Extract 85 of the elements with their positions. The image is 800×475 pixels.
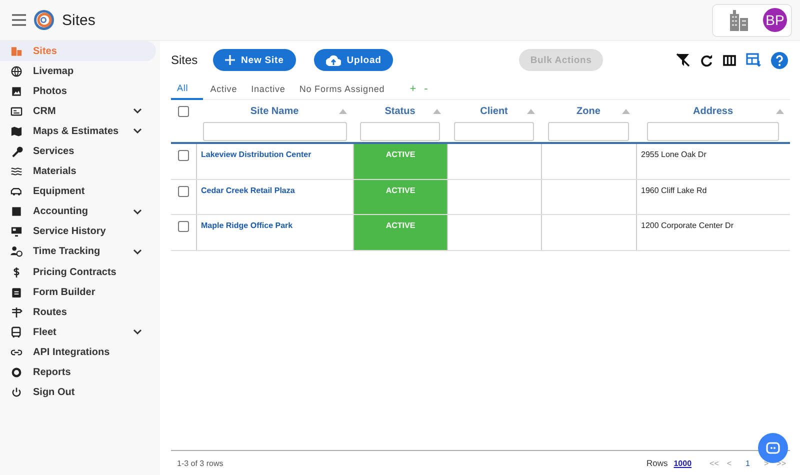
chat-button[interactable]	[758, 433, 788, 463]
sidebar-item[interactable]: Livemap	[0, 61, 156, 82]
select-all-checkbox[interactable]	[178, 106, 189, 117]
page-title: Sites	[62, 12, 96, 28]
table-cell: 1960 Cliff Lake Rd	[636, 180, 790, 214]
bus-icon	[10, 326, 23, 339]
plus-icon	[225, 55, 235, 65]
image-icon	[10, 84, 23, 98]
sidebar-item[interactable]: Fleet	[0, 322, 156, 342]
column-header[interactable]: Client	[480, 106, 508, 116]
rows-per-page-link[interactable]: 1000	[674, 458, 692, 468]
clipboard-icon	[10, 286, 23, 299]
new-site-button[interactable]: New Site	[213, 49, 296, 71]
chevron-icon[interactable]	[133, 248, 142, 255]
section-title: Sites	[171, 53, 199, 67]
column-header[interactable]: Site Name	[250, 106, 299, 116]
wrench-icon	[10, 145, 23, 158]
column-filter-field[interactable]	[548, 122, 630, 141]
status-cell: ACTIVE	[353, 180, 447, 214]
chevron-icon[interactable]	[133, 128, 142, 134]
site-link[interactable]: Maple Ridge Office Park	[201, 221, 293, 230]
table-cell: 2955 Lone Oak Dr	[636, 144, 790, 178]
logo-icon	[33, 9, 55, 31]
sidebar-item[interactable]: API Integrations	[0, 342, 156, 362]
refresh-icon[interactable]	[700, 54, 713, 66]
sidebar-item[interactable]: Pricing Contracts	[0, 262, 156, 282]
sidebar-item[interactable]: Time Tracking	[0, 242, 156, 262]
filter-tab[interactable]: All	[171, 78, 204, 100]
menu-icon[interactable]	[12, 14, 26, 26]
column-header[interactable]: Zone	[576, 106, 600, 116]
sidebar-item[interactable]: Equipment	[0, 182, 156, 202]
map-icon	[10, 124, 23, 138]
sidebar-item[interactable]: Materials	[0, 162, 156, 182]
column-header[interactable]: Status	[384, 106, 416, 116]
signpost-icon	[10, 306, 23, 319]
status-cell: ACTIVE	[353, 144, 447, 178]
row-checkbox[interactable]	[178, 221, 189, 232]
sidebar-item[interactable]: Service History	[0, 222, 156, 242]
table-export-icon[interactable]	[746, 53, 761, 67]
cloud-upload-icon	[326, 54, 341, 66]
sidebar-item[interactable]: Services	[0, 141, 156, 162]
upload-button[interactable]: Upload	[314, 49, 394, 71]
filter-tab[interactable]: No Forms Assigned	[292, 80, 392, 98]
column-header[interactable]: Address	[692, 106, 733, 116]
column-filter-field[interactable]	[646, 122, 780, 141]
site-link[interactable]: Cedar Creek Retail Plaza	[201, 186, 295, 194]
sidebar-item[interactable]: Routes	[0, 302, 156, 322]
sidebar-item[interactable]: Maps & Estimates	[0, 121, 156, 142]
column-filter-field[interactable]	[202, 122, 346, 141]
buildings-icon[interactable]	[729, 9, 749, 31]
power-icon	[10, 386, 23, 400]
help-icon[interactable]	[771, 52, 788, 68]
filter-tab[interactable]: Active	[203, 80, 244, 98]
chat-icon	[766, 442, 780, 454]
user-avatar[interactable]: BP	[763, 8, 787, 32]
sidebar-item[interactable]: Photos	[0, 81, 156, 102]
site-link[interactable]: Lakeview Distribution Center	[201, 150, 312, 159]
filter-tab[interactable]: Inactive	[244, 80, 292, 98]
sidebar-item[interactable]: Sign Out	[0, 382, 156, 403]
buildings-icon	[10, 44, 23, 58]
chevron-icon[interactable]	[133, 329, 142, 336]
status-cell: ACTIVE	[353, 215, 447, 250]
chevron-icon[interactable]	[133, 108, 142, 114]
row-checkbox[interactable]	[178, 150, 189, 161]
sidebar-item[interactable]: Reports	[0, 362, 156, 383]
card-icon	[10, 104, 23, 118]
row-count: 1-3 of 3 rows	[177, 458, 224, 468]
rows-label: Rows	[646, 458, 668, 468]
column-filter-field[interactable]	[454, 122, 534, 141]
sidebar-item[interactable]: Accounting	[0, 202, 156, 222]
globe-icon	[10, 64, 23, 78]
pager-button[interactable]: 1	[746, 458, 750, 468]
person-clock-icon	[10, 245, 23, 258]
car-icon	[10, 185, 23, 198]
circle-icon	[10, 366, 23, 380]
sidebar-item[interactable]: CRM	[0, 101, 156, 122]
table-cell: 1200 Corporate Center Dr	[636, 215, 790, 250]
row-checkbox[interactable]	[178, 186, 189, 196]
filter-off-icon[interactable]	[676, 53, 690, 67]
square-icon	[10, 205, 23, 218]
sidebar-item[interactable]: Form Builder	[0, 282, 156, 302]
column-filter-field[interactable]	[360, 122, 440, 141]
monitor-icon	[10, 225, 23, 238]
chevron-icon[interactable]	[133, 208, 142, 215]
columns-icon[interactable]	[723, 54, 736, 66]
